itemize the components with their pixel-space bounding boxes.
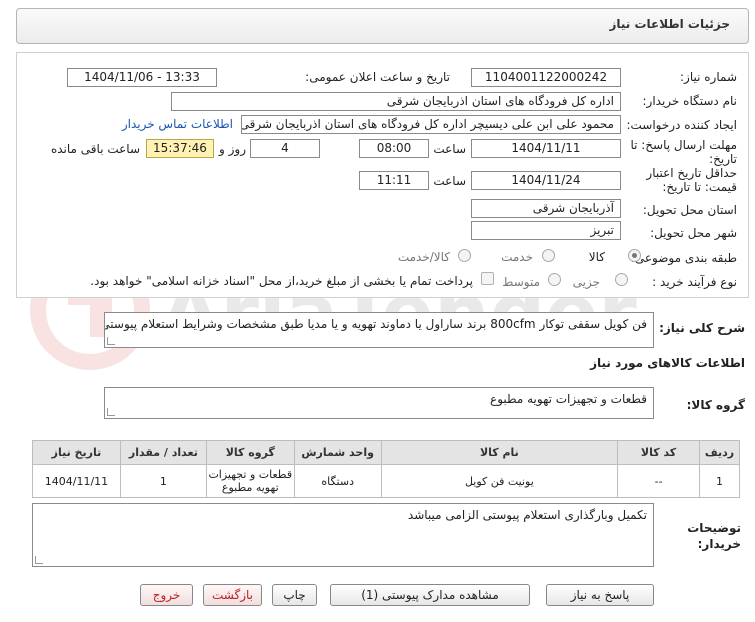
header-goods-name: نام کالا — [380, 440, 619, 465]
deadline-time-field: 08:00 — [359, 139, 429, 158]
table-header-row: تاریخ نیاز تعداد / مقدار گروه کالا واحد … — [32, 440, 740, 465]
goods-group-label: گروه کالا: — [686, 398, 745, 412]
cell-need-date: 1404/11/11 — [32, 464, 121, 498]
header-goods-code: کد کالا — [617, 440, 700, 465]
creator-field: محمود علی ابن علی دیسیچر اداره کل فرودگا… — [241, 115, 621, 134]
category-radio-both[interactable] — [458, 249, 471, 262]
resize-handle[interactable] — [107, 408, 115, 416]
reply-button[interactable]: پاسخ به نیاز — [546, 584, 654, 606]
cell-goods-name: یونیت فن کویل — [380, 464, 619, 498]
goods-group-field: قطعات و تجهیزات تهویه مطبوع — [104, 387, 654, 419]
province-field: آذربایجان شرقی — [471, 199, 621, 218]
deadline-date-field: 1404/11/11 — [471, 139, 621, 158]
view-attachments-button[interactable]: مشاهده مدارک پیوستی (1) — [330, 584, 530, 606]
process-label: نوع فرآیند خرید : — [652, 275, 737, 289]
header-unit: واحد شمارش — [293, 440, 382, 465]
goods-group-text: قطعات و تجهیزات تهویه مطبوع — [490, 392, 647, 406]
buyer-notes-label: توضیحات — [687, 521, 741, 535]
deadline-label-date: تاریخ: — [709, 152, 737, 166]
validity-time-field: 11:11 — [359, 171, 429, 190]
category-option-both: کالا/خدمت — [397, 250, 450, 264]
goods-section-title: اطلاعات کالاهای مورد نیاز — [590, 356, 745, 370]
cell-unit: دستگاه — [293, 464, 382, 498]
category-label: طبقه بندی موضوعی: — [630, 251, 737, 265]
announce-label: تاریخ و ساعت اعلان عمومی: — [305, 70, 450, 84]
summary-label: شرح کلی نیاز: — [659, 321, 745, 335]
province-label: استان محل تحویل: — [642, 203, 737, 217]
resize-handle[interactable] — [35, 556, 43, 564]
remaining-label: ساعت باقی مانده — [50, 142, 140, 156]
resize-handle[interactable] — [107, 337, 115, 345]
header-need-date: تاریخ نیاز — [32, 440, 121, 465]
page-title: جزئیات اطلاعات نیاز — [609, 17, 730, 31]
header-goods-group: گروه کالا — [205, 440, 295, 465]
treasury-payment-checkbox[interactable] — [481, 272, 494, 285]
category-radio-goods[interactable] — [628, 249, 641, 262]
cell-goods-code: -- — [617, 464, 700, 498]
buyer-notes-field: تکمیل وبارگذاری استعلام پیوستی الزامی می… — [32, 503, 654, 567]
announce-field: 1404/11/06 - 13:33 — [67, 68, 217, 87]
buyer-notes-text: تکمیل وبارگذاری استعلام پیوستی الزامی می… — [407, 508, 647, 522]
cell-quantity: 1 — [119, 464, 207, 498]
back-button[interactable]: بازگشت — [203, 584, 262, 606]
buyer-label: نام دستگاه خریدار: — [642, 94, 738, 108]
need-number-label: شماره نیاز: — [680, 70, 737, 84]
header-quantity: تعداد / مقدار — [119, 440, 207, 465]
page-header: جزئیات اطلاعات نیاز — [16, 8, 749, 44]
city-field: تبریز — [471, 221, 621, 240]
validity-date-field: 1404/11/24 — [471, 171, 621, 190]
remaining-time-field: 15:37:46 — [146, 139, 214, 158]
cell-goods-group: قطعات و تجهیزات تهویه مطبوع — [205, 464, 295, 498]
creator-label: ایجاد کننده درخواست: — [626, 118, 737, 132]
category-radio-service[interactable] — [542, 249, 555, 262]
exit-button[interactable]: خروج — [140, 584, 193, 606]
cell-row-number: 1 — [699, 464, 740, 498]
buyer-contact-link[interactable]: اطلاعات تماس خریدار — [122, 117, 233, 131]
days-field: 4 — [250, 139, 320, 158]
process-option-medium: متوسط — [502, 275, 540, 289]
city-label: شهر محل تحویل: — [650, 226, 737, 240]
summary-field: فن کویل سقفی توکار 800cfm برند ساراول یا… — [104, 312, 654, 348]
buyer-notes-label-2: خریدار: — [697, 537, 741, 551]
category-option-service: خدمت — [501, 250, 533, 264]
process-option-minor: جزیی — [572, 275, 600, 289]
process-radio-medium[interactable] — [548, 273, 561, 286]
need-number-field: 1104001122000242 — [471, 68, 621, 87]
deadline-label: مهلت ارسال پاسخ: تا — [630, 138, 737, 152]
validity-label: حداقل تاریخ اعتبار — [646, 166, 737, 180]
treasury-payment-note: پرداخت تمام یا بخشی از مبلغ خرید،از محل … — [90, 274, 473, 288]
validity-hour-label: ساعت — [433, 174, 466, 188]
process-radio-minor[interactable] — [615, 273, 628, 286]
validity-label-date: قیمت: تا تاریخ: — [662, 180, 737, 194]
buyer-field: اداره کل فرودگاه های استان اذربایجان شرق… — [171, 92, 621, 111]
summary-text: فن کویل سقفی توکار 800cfm برند ساراول یا… — [104, 317, 647, 331]
days-label: روز و — [219, 142, 246, 156]
deadline-hour-label: ساعت — [433, 142, 466, 156]
items-table: تاریخ نیاز تعداد / مقدار گروه کالا واحد … — [32, 440, 740, 498]
category-option-goods: کالا — [588, 250, 605, 264]
table-row[interactable]: 1404/11/11 1 قطعات و تجهیزات تهویه مطبوع… — [32, 464, 740, 498]
print-button[interactable]: چاپ — [272, 584, 317, 606]
header-row-number: ردیف — [699, 440, 740, 465]
